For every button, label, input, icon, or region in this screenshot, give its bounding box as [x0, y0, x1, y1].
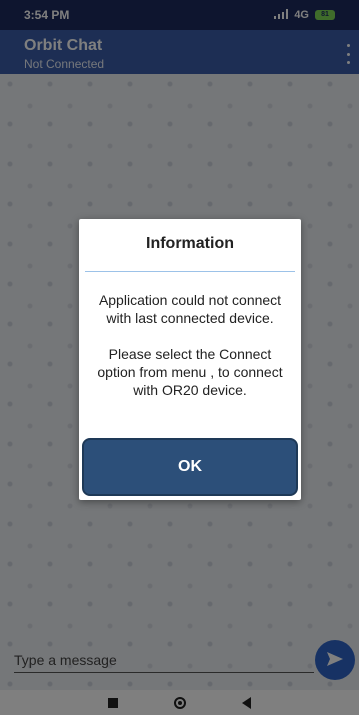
dialog-title: Information: [146, 235, 234, 252]
ok-button[interactable]: OK: [82, 438, 298, 496]
dialog-divider: [85, 271, 295, 272]
dialog-message: Application could not connect with last …: [97, 292, 283, 398]
information-dialog: Information Application could not connec…: [79, 219, 301, 500]
